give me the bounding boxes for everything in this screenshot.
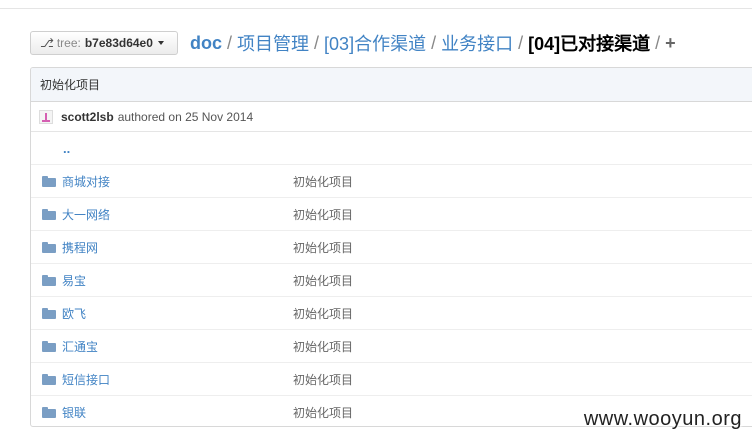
- row-commit-message[interactable]: 初始化项目: [293, 272, 353, 289]
- folder-icon: [42, 307, 56, 319]
- folder-link[interactable]: 大一网络: [62, 206, 110, 223]
- breadcrumb-separator: /: [518, 32, 524, 53]
- folder-link[interactable]: 短信接口: [62, 371, 110, 388]
- table-row: 欧飞 初始化项目: [31, 297, 752, 330]
- branch-icon: ⎇: [40, 36, 54, 50]
- folder-icon: [42, 274, 56, 286]
- breadcrumb-separator: /: [655, 32, 661, 53]
- folder-link[interactable]: 携程网: [62, 239, 98, 256]
- tree-label: tree:: [56, 36, 81, 50]
- breadcrumb-separator: /: [314, 32, 320, 53]
- table-row: 携程网 初始化项目: [31, 231, 752, 264]
- folder-icon: [42, 208, 56, 220]
- avatar: [39, 109, 53, 124]
- parent-dir-row: ..: [31, 132, 752, 165]
- watermark: www.wooyun.org: [583, 408, 742, 430]
- row-commit-message[interactable]: 初始化项目: [293, 206, 353, 223]
- folder-icon: [42, 241, 56, 253]
- tree-ref: b7e83d64e0: [84, 36, 153, 50]
- row-commit-message[interactable]: 初始化项目: [293, 371, 353, 388]
- commit-author-row: scott2lsb authored on 25 Nov 2014: [31, 102, 752, 132]
- table-row: 大一网络 初始化项目: [31, 198, 752, 231]
- author-meta: authored on 25 Nov 2014: [117, 109, 254, 124]
- table-row: 短信接口 初始化项目: [31, 363, 752, 396]
- folder-icon: [42, 340, 56, 352]
- breadcrumb-current: [04]已对接渠道: [528, 34, 651, 54]
- row-commit-message[interactable]: 初始化项目: [293, 173, 353, 190]
- tree-ref-button[interactable]: ⎇ tree: b7e83d64e0: [30, 31, 178, 55]
- table-row: 商城对接 初始化项目: [31, 165, 752, 198]
- add-file-button[interactable]: +: [665, 33, 676, 54]
- breadcrumb: doc / 项目管理 / [03]合作渠道 / 业务接口 / [04]已对接渠道…: [190, 29, 676, 57]
- caret-down-icon: [157, 41, 164, 45]
- folder-link[interactable]: 汇通宝: [62, 338, 98, 355]
- table-row: 易宝 初始化项目: [31, 264, 752, 297]
- folder-link[interactable]: 欧飞: [62, 305, 86, 322]
- row-commit-message[interactable]: 初始化项目: [293, 239, 353, 256]
- breadcrumb-link[interactable]: 业务接口: [441, 30, 513, 56]
- folder-icon: [42, 175, 56, 187]
- breadcrumb-separator: /: [227, 32, 233, 53]
- folder-icon: [42, 373, 56, 385]
- file-table: 初始化项目 scott2lsb authored on 25 Nov 2014 …: [30, 67, 752, 427]
- table-row: 汇通宝 初始化项目: [31, 330, 752, 363]
- row-commit-message[interactable]: 初始化项目: [293, 404, 353, 421]
- top-divider: [0, 8, 752, 9]
- row-commit-message[interactable]: 初始化项目: [293, 338, 353, 355]
- breadcrumb-root-link[interactable]: doc: [190, 33, 222, 54]
- author-name[interactable]: scott2lsb: [61, 110, 114, 124]
- folder-icon: [42, 406, 56, 418]
- commit-message[interactable]: 初始化项目: [40, 76, 100, 93]
- breadcrumb-separator: /: [431, 32, 437, 53]
- parent-dir-link[interactable]: ..: [63, 141, 70, 156]
- folder-link[interactable]: 商城对接: [62, 173, 110, 190]
- commit-header: 初始化项目: [31, 68, 752, 102]
- breadcrumb-link[interactable]: 项目管理: [237, 30, 309, 56]
- breadcrumb-link[interactable]: [03]合作渠道: [324, 30, 426, 56]
- folder-link[interactable]: 银联: [62, 404, 86, 421]
- row-commit-message[interactable]: 初始化项目: [293, 305, 353, 322]
- folder-link[interactable]: 易宝: [62, 272, 86, 289]
